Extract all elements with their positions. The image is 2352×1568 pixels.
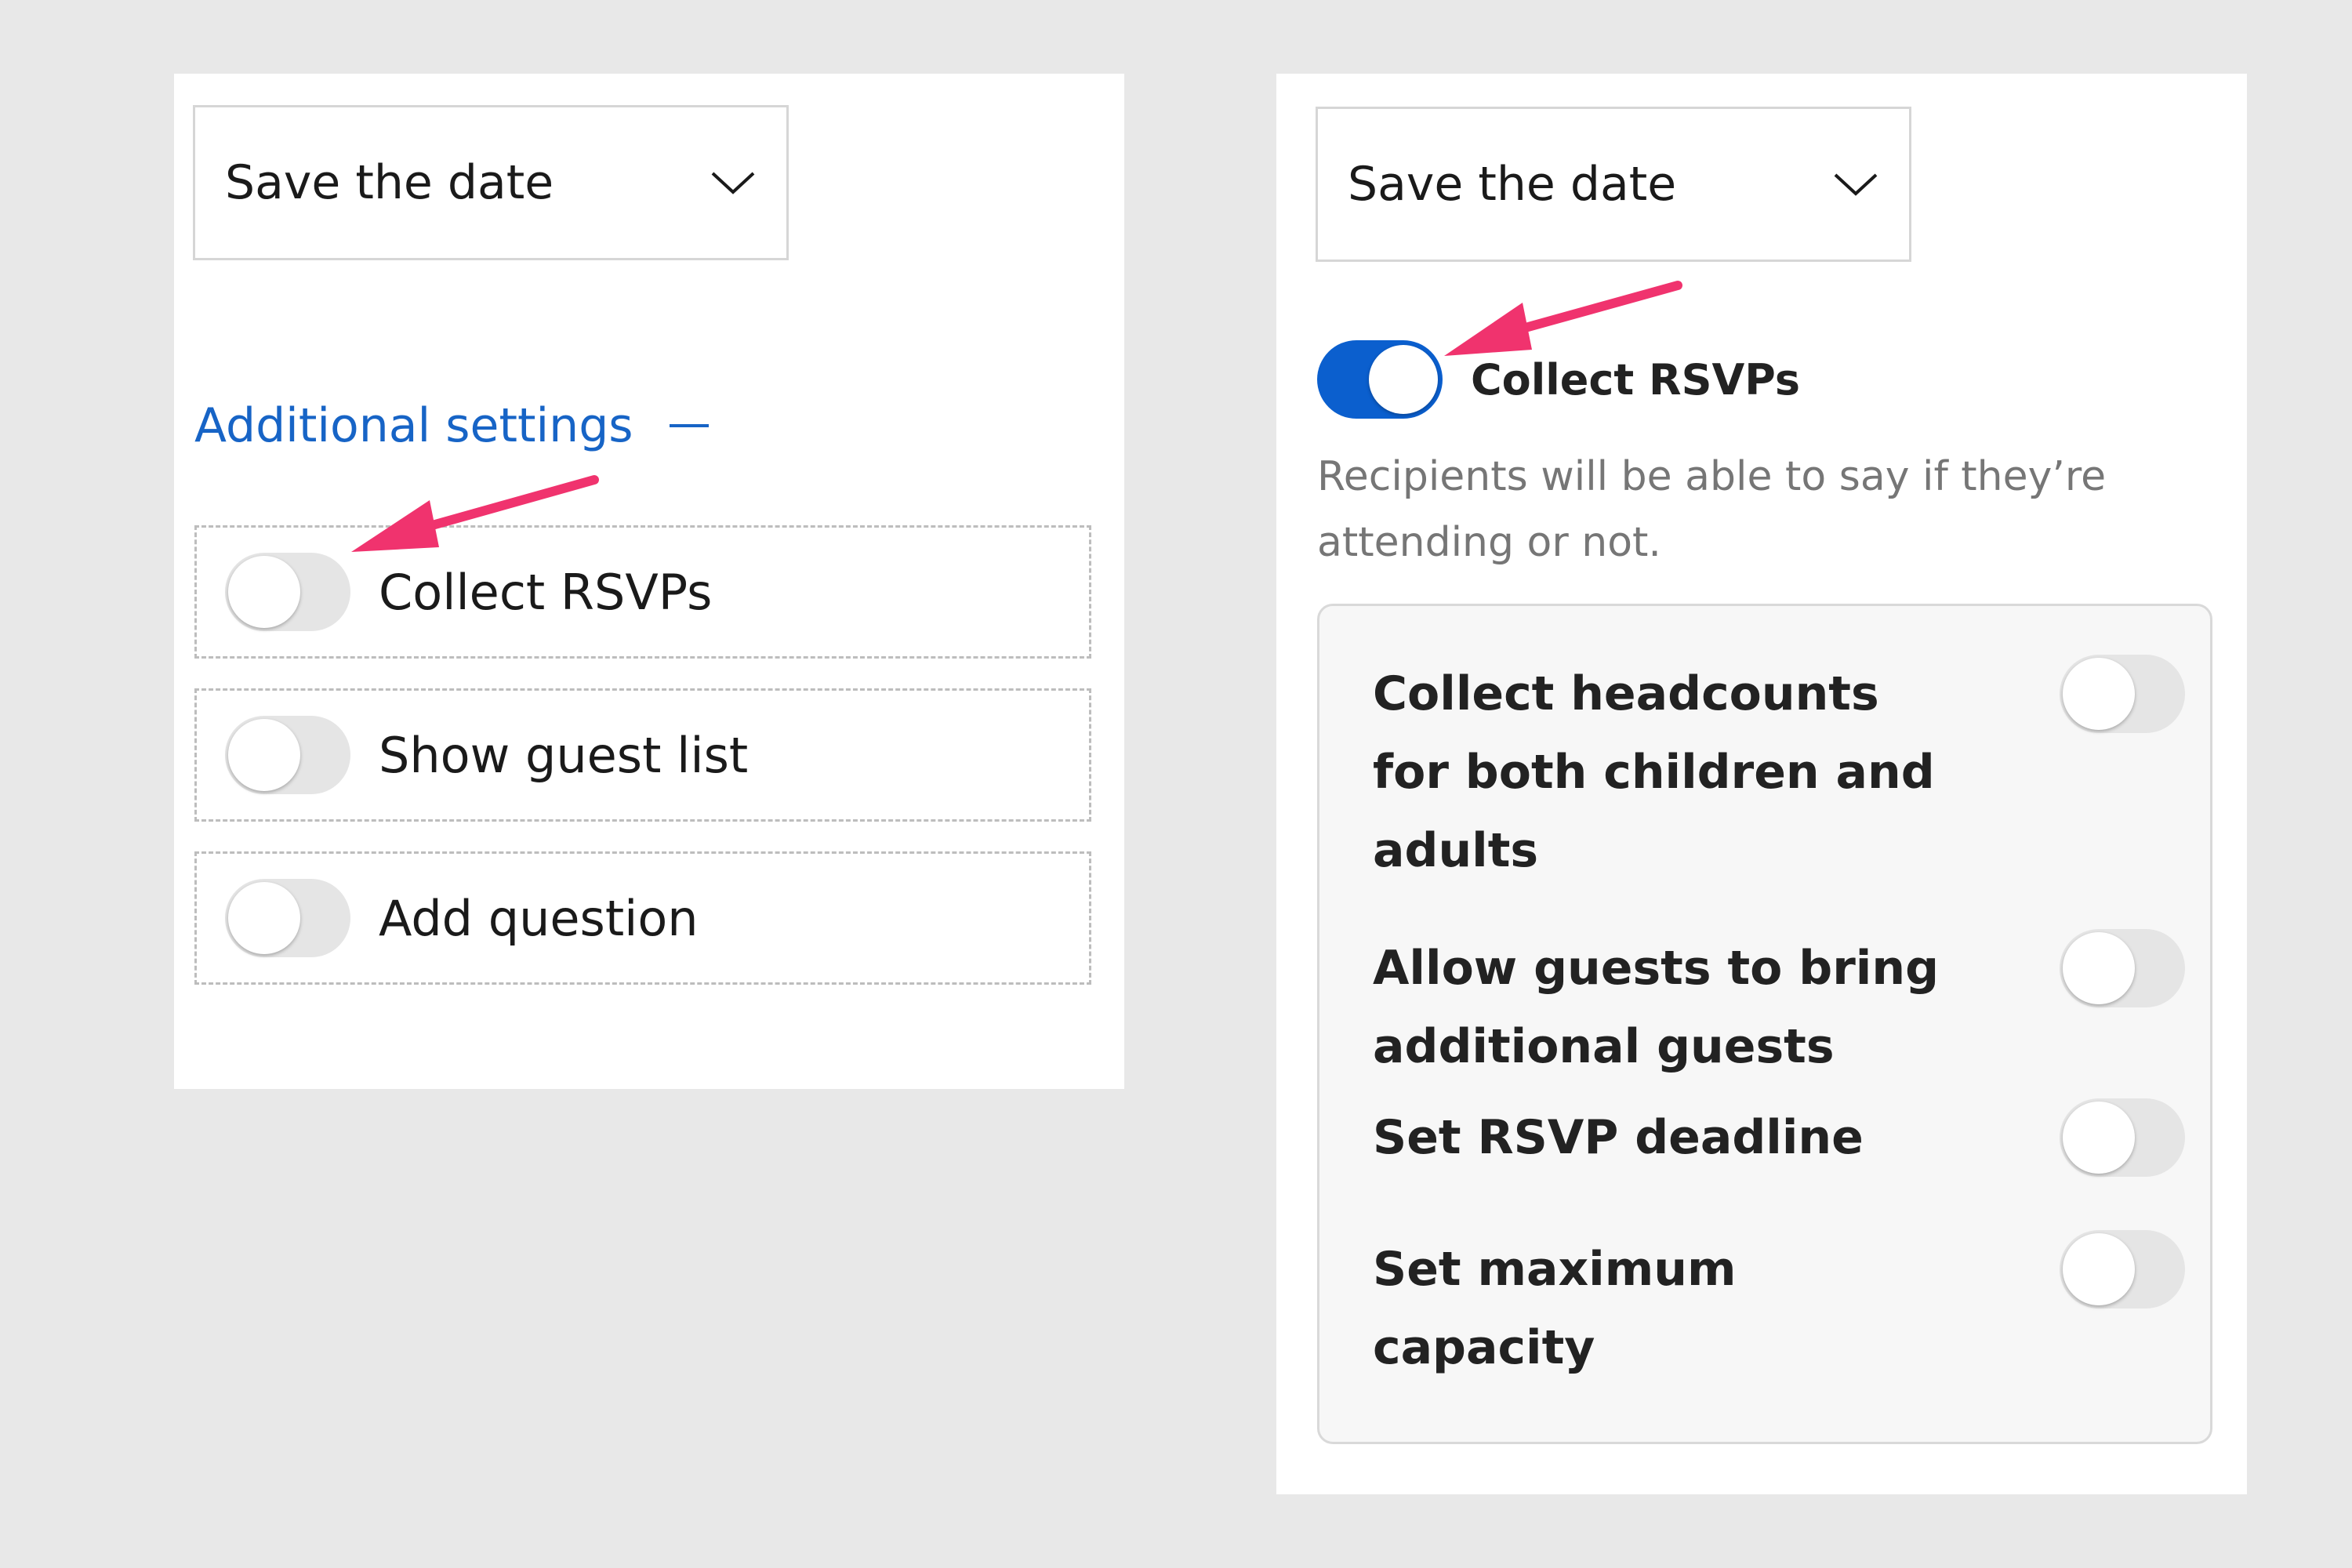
- annotation-arrow-right: [1444, 281, 1682, 356]
